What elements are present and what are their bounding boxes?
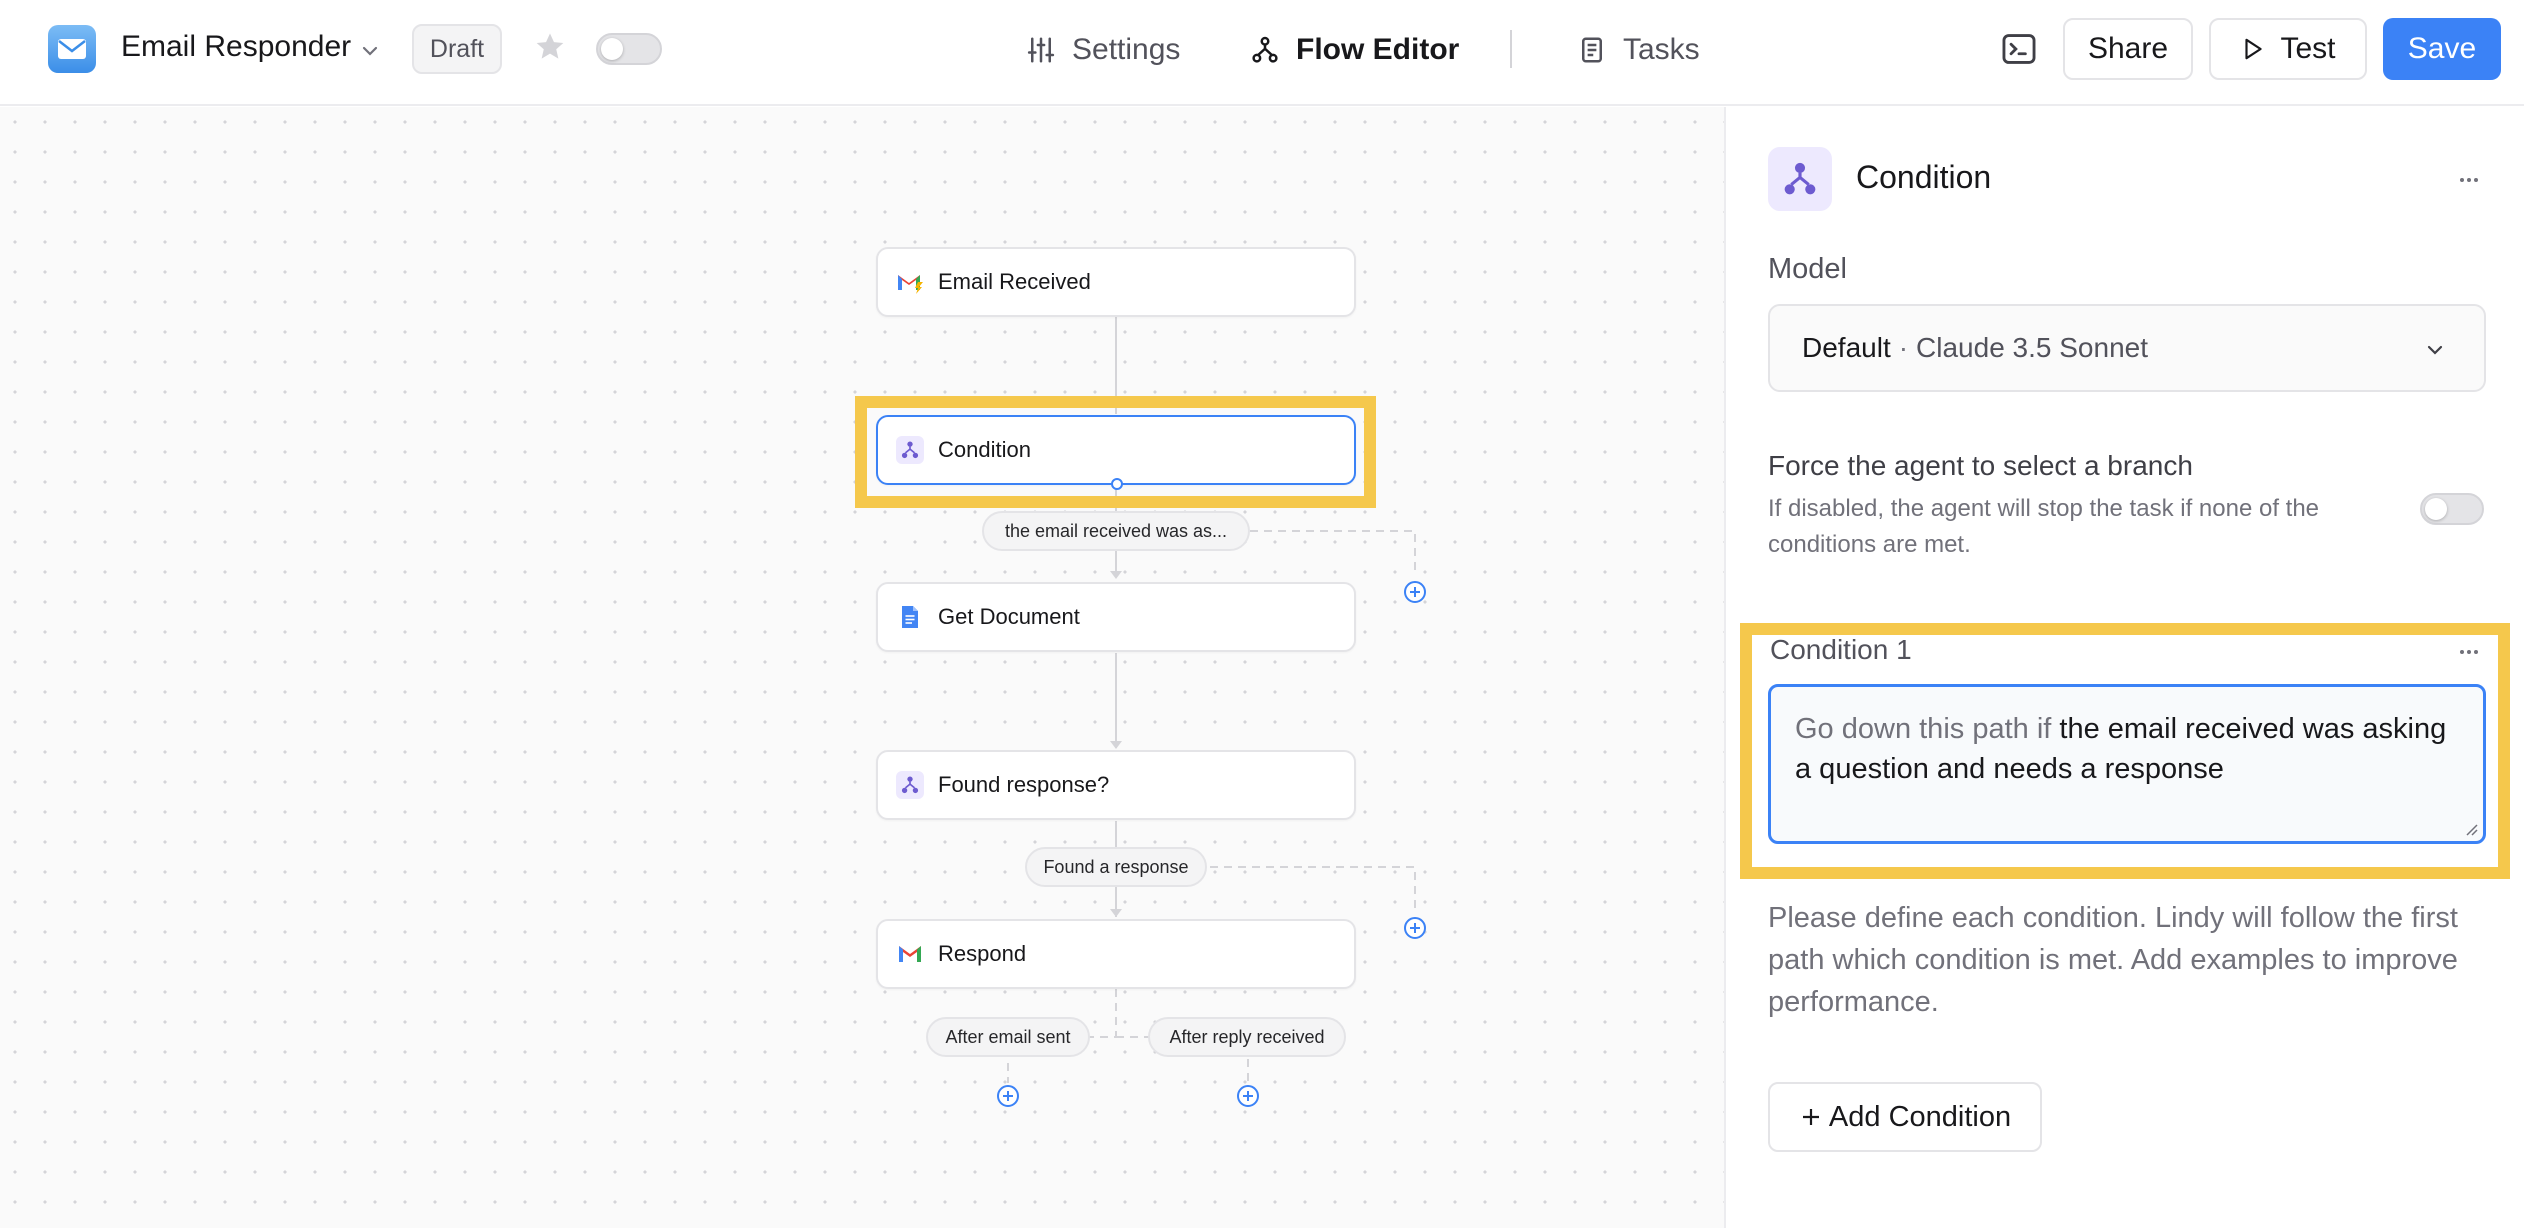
play-icon	[2245, 38, 2263, 60]
model-name: Claude 3.5 Sonnet	[1916, 332, 2149, 363]
model-select[interactable]: Default · Claude 3.5 Sonnet	[1768, 304, 2486, 392]
node-label: Get Document	[938, 604, 1080, 629]
tasks-icon	[1582, 37, 1602, 63]
add-step-icon[interactable]	[1403, 580, 1427, 604]
node-email-received[interactable]: Email Received	[876, 247, 1356, 317]
more-options-icon[interactable]	[2456, 639, 2482, 665]
force-branch-description: If disabled, the agent will stop the tas…	[1768, 495, 2320, 558]
condition-help-text: Please define each condition. Lindy will…	[1768, 902, 2458, 1018]
plus-icon	[1802, 1109, 1819, 1125]
node-label: Respond	[938, 941, 1027, 966]
add-condition-button[interactable]: Add Condition	[1768, 1082, 2042, 1152]
edge-label-found[interactable]: Found a response	[1025, 847, 1207, 887]
condition-label: Condition 1	[1770, 634, 1912, 665]
edge-label-after-email-sent[interactable]: After email sent	[926, 1017, 1090, 1057]
chevron-down-icon[interactable]	[359, 40, 381, 62]
panel-title: Condition	[1856, 159, 1992, 195]
node-label: Condition	[938, 437, 1031, 462]
tab-tasks-label: Tasks	[1623, 33, 1700, 66]
condition-textarea[interactable]: Go down this path if the email received …	[1768, 684, 2486, 844]
edge-label-after-reply-received[interactable]: After reply received	[1148, 1017, 1346, 1057]
tab-settings-label: Settings	[1072, 33, 1181, 66]
sliders-icon	[1027, 37, 1055, 63]
google-doc-icon	[896, 603, 924, 631]
node-found-response[interactable]: Found response?	[876, 750, 1356, 820]
more-options-icon[interactable]	[2456, 167, 2482, 193]
terminal-icon[interactable]	[2000, 30, 2038, 68]
mail-app-icon	[48, 25, 96, 73]
add-condition-label: Add Condition	[1828, 1100, 2012, 1133]
share-button[interactable]: Share	[2063, 18, 2193, 80]
test-button-label: Test	[2280, 32, 2336, 65]
condition-prefix: Go down this path if	[1795, 713, 2052, 745]
branch-icon	[896, 771, 924, 799]
gmail-icon	[896, 940, 924, 968]
node-condition[interactable]: Condition	[876, 415, 1356, 490]
save-button[interactable]: Save	[2383, 18, 2501, 80]
add-step-icon[interactable]	[1403, 916, 1427, 940]
tab-tasks[interactable]: Tasks	[1577, 28, 1700, 72]
resize-grip-icon[interactable]	[2463, 821, 2479, 837]
branch-icon	[896, 436, 924, 464]
star-icon[interactable]	[533, 30, 567, 64]
agent-enabled-toggle[interactable]	[596, 33, 662, 65]
model-default-label: Default	[1802, 332, 1891, 363]
edge-label-condition[interactable]: the email received was as...	[982, 511, 1250, 551]
flow-canvas[interactable]: Email Received Condition the email recei…	[0, 107, 1724, 1228]
tab-settings[interactable]: Settings	[1026, 28, 1180, 72]
branch-icon	[1768, 147, 1832, 211]
tab-flow-editor[interactable]: Flow Editor	[1250, 28, 1459, 72]
save-button-label: Save	[2407, 32, 2477, 65]
node-settings-panel: Condition Model Default · Claude 3.5 Son…	[1724, 107, 2524, 1228]
connection-handle-icon[interactable]	[1110, 477, 1124, 491]
gmail-trigger-icon	[896, 268, 924, 296]
force-branch-toggle[interactable]	[2420, 493, 2484, 525]
flow-icon	[1252, 36, 1278, 63]
node-label: Email Received	[938, 269, 1091, 294]
model-separator: ·	[1898, 332, 1909, 363]
app-name[interactable]: Email Responder	[121, 30, 351, 64]
tab-flow-editor-label: Flow Editor	[1296, 33, 1460, 66]
flow-edges	[1007, 317, 1416, 1083]
add-step-icon[interactable]	[1236, 1084, 1260, 1108]
status-badge: Draft	[412, 24, 502, 74]
node-get-document[interactable]: Get Document	[876, 582, 1356, 652]
force-branch-title: Force the agent to select a branch	[1768, 450, 2193, 481]
node-respond[interactable]: Respond	[876, 919, 1356, 989]
node-label: Found response?	[938, 772, 1110, 797]
share-button-label: Share	[2087, 32, 2169, 65]
top-bar: Email Responder Draft Settings Flow Edit…	[0, 0, 2524, 106]
nav-divider	[1510, 30, 1512, 68]
chevron-down-icon	[2427, 345, 2443, 355]
model-label: Model	[1768, 253, 1847, 285]
add-step-icon[interactable]	[996, 1084, 1020, 1108]
test-button[interactable]: Test	[2209, 18, 2367, 80]
